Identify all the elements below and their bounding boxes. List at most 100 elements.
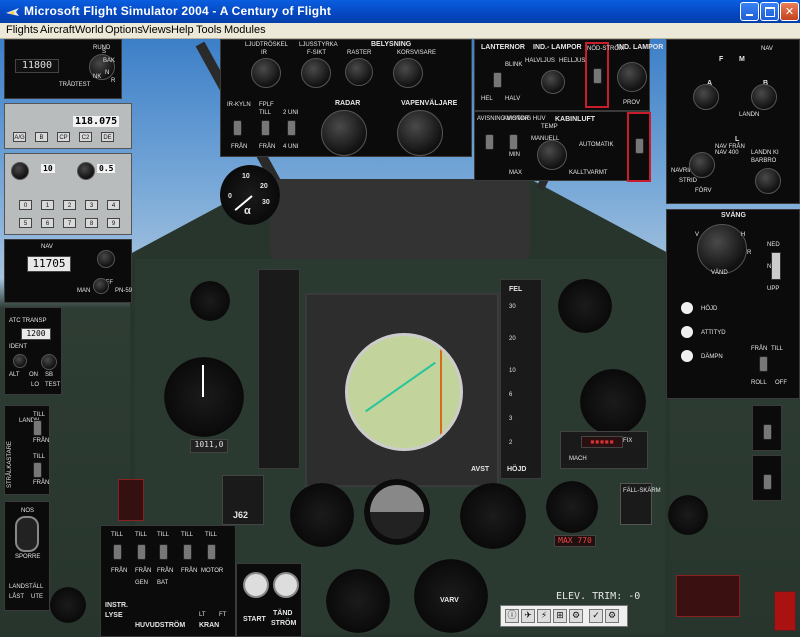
title-bar[interactable]: Microsoft Flight Simulator 2004 - A Cent… [0,0,800,23]
warning-matrix [676,575,740,617]
digit-key-0[interactable]: 0 [19,200,32,210]
digit-key-1[interactable]: 1 [41,200,54,210]
selector-knob-right[interactable] [77,162,95,180]
ap-till-label: TILL [771,346,784,352]
ap-roll-label: ROLL [751,380,767,386]
fplf-till-label: TILL [259,110,272,116]
settings-icon[interactable]: ⚙ [569,609,583,623]
digit-key-5[interactable]: 5 [19,218,32,228]
landn-knob[interactable] [755,168,781,194]
ljudroskel-label: LJUDTRÖSKEL [245,42,289,48]
lanternor-switch[interactable] [493,72,502,88]
fplf-switch[interactable] [261,120,270,136]
digit-key-8[interactable]: 8 [85,218,98,228]
ir-kyln-switch[interactable] [233,120,242,136]
right-switch-bottom[interactable] [763,474,772,490]
pn59-icon[interactable]: ⊞ [553,609,567,623]
menu-world[interactable]: World [75,24,104,36]
info-icon[interactable]: ⓘ [505,609,519,623]
close-button[interactable]: ✕ [780,2,799,21]
menu-tools[interactable]: Tools [196,24,222,36]
nodstrom-switch[interactable] [593,68,602,84]
digit-key-3[interactable]: 3 [85,200,98,210]
selector-knob-left[interactable] [11,162,29,180]
avisning-max-label: MAX [509,170,523,176]
uni-switch[interactable] [287,120,296,136]
gen-switch[interactable] [137,544,146,560]
motor-switch[interactable] [207,544,216,560]
atc-icon[interactable]: ✈ [521,609,535,623]
instr-lyse-switch[interactable] [113,544,122,560]
avst-hojd-scale: FEL 30 20 10 6 3 2 AVST HÖJD [471,279,542,479]
selector-keypad-panel: 10 0.5 0 1 2 3 4 5 6 7 8 9 [4,153,132,235]
key-c2[interactable]: C2 [79,132,92,142]
menu-modules[interactable]: Modules [224,24,266,36]
cabin-temp-knob[interactable] [537,140,567,170]
right-switch-panel-bottom [752,455,782,501]
digit-key-7[interactable]: 7 [63,218,76,228]
minimize-button[interactable] [740,2,759,21]
digit-key-2[interactable]: 2 [63,200,76,210]
korsvisare-knob[interactable] [393,58,423,88]
svang-vand-label: VÄND [711,270,728,276]
weapon-selector-knob[interactable] [397,110,443,156]
ap-attityd-label: ATTITYD [701,330,726,336]
digit-key-4[interactable]: 4 [107,200,120,210]
key-cp[interactable]: CP [57,132,70,142]
ap-hojd-button[interactable] [681,302,693,314]
key-b[interactable]: B [35,132,48,142]
tools-icon[interactable]: ⚙ [605,609,619,623]
atc-transponder-panel: ATC TRANSP 1200 IDENT ALT ON SB LO TEST [4,307,62,395]
navriktn-knob[interactable] [689,152,715,178]
turn-selector-knob[interactable] [697,224,747,274]
nav-left-knob[interactable] [693,84,719,110]
radio-test-label: TEST [75,82,91,88]
kabinluft-switch[interactable] [635,138,644,154]
landing-gear-lever[interactable] [15,516,39,552]
ap-dampn-button[interactable] [681,350,693,362]
digit-key-9[interactable]: 9 [107,218,120,228]
nav-receiver-knob[interactable] [97,250,115,268]
kran-switch[interactable] [183,544,192,560]
atc-mode-knob[interactable] [41,354,57,370]
avisning-motor-switch[interactable] [485,134,494,150]
gear-nos-label: NOS [21,508,35,514]
searchlight-switch-bottom[interactable] [33,462,42,478]
tand-strom-button[interactable] [273,572,299,598]
nav-mode-knob[interactable] [93,278,109,294]
ap-attityd-button[interactable] [681,326,693,338]
ap-main-switch[interactable] [759,356,768,372]
atc-ident-label: IDENT [9,344,27,350]
landn-ki-label: LANDN KI [751,150,779,156]
avisning-huv-switch[interactable] [509,134,518,150]
searchlight-switch-top[interactable] [33,420,42,436]
menu-aircraft[interactable]: Aircraft [40,24,75,36]
lightning-icon[interactable]: ⚡ [537,609,551,623]
small-clock-gauge [50,587,86,623]
menu-help[interactable]: Help [171,24,194,36]
ljusstyrka-knob[interactable] [301,58,331,88]
bat-switch[interactable] [159,544,168,560]
start-button[interactable] [243,572,269,598]
exit-button[interactable] [774,591,796,631]
digit-key-6[interactable]: 6 [41,218,54,228]
key-de[interactable]: DE [101,132,114,142]
radio-nk-label: NK [93,74,102,80]
cockpit-view[interactable]: 11800 RUND BAK TRÅD TEST NK N R S 118.07… [0,39,800,637]
nav-right-knob[interactable] [751,84,777,110]
key-ag[interactable]: A/G [13,132,26,142]
confirm-icon[interactable]: ✓ [589,609,603,623]
ljudroskel-knob[interactable] [251,58,281,88]
menu-views[interactable]: Views [142,24,171,36]
pitch-trim-lever[interactable] [771,252,781,280]
landing-light-knob[interactable] [541,70,565,94]
radar-mode-knob[interactable] [321,110,367,156]
menu-flights[interactable]: Flights [6,24,38,36]
rattkraft-switch-top[interactable] [763,424,772,440]
atc-ident-button[interactable] [13,354,27,368]
trim-ned-label: NED [767,242,780,248]
menu-options[interactable]: Options [105,24,143,36]
maximize-button[interactable] [760,2,779,21]
prov-button[interactable] [617,62,647,92]
raster-knob[interactable] [345,58,373,86]
